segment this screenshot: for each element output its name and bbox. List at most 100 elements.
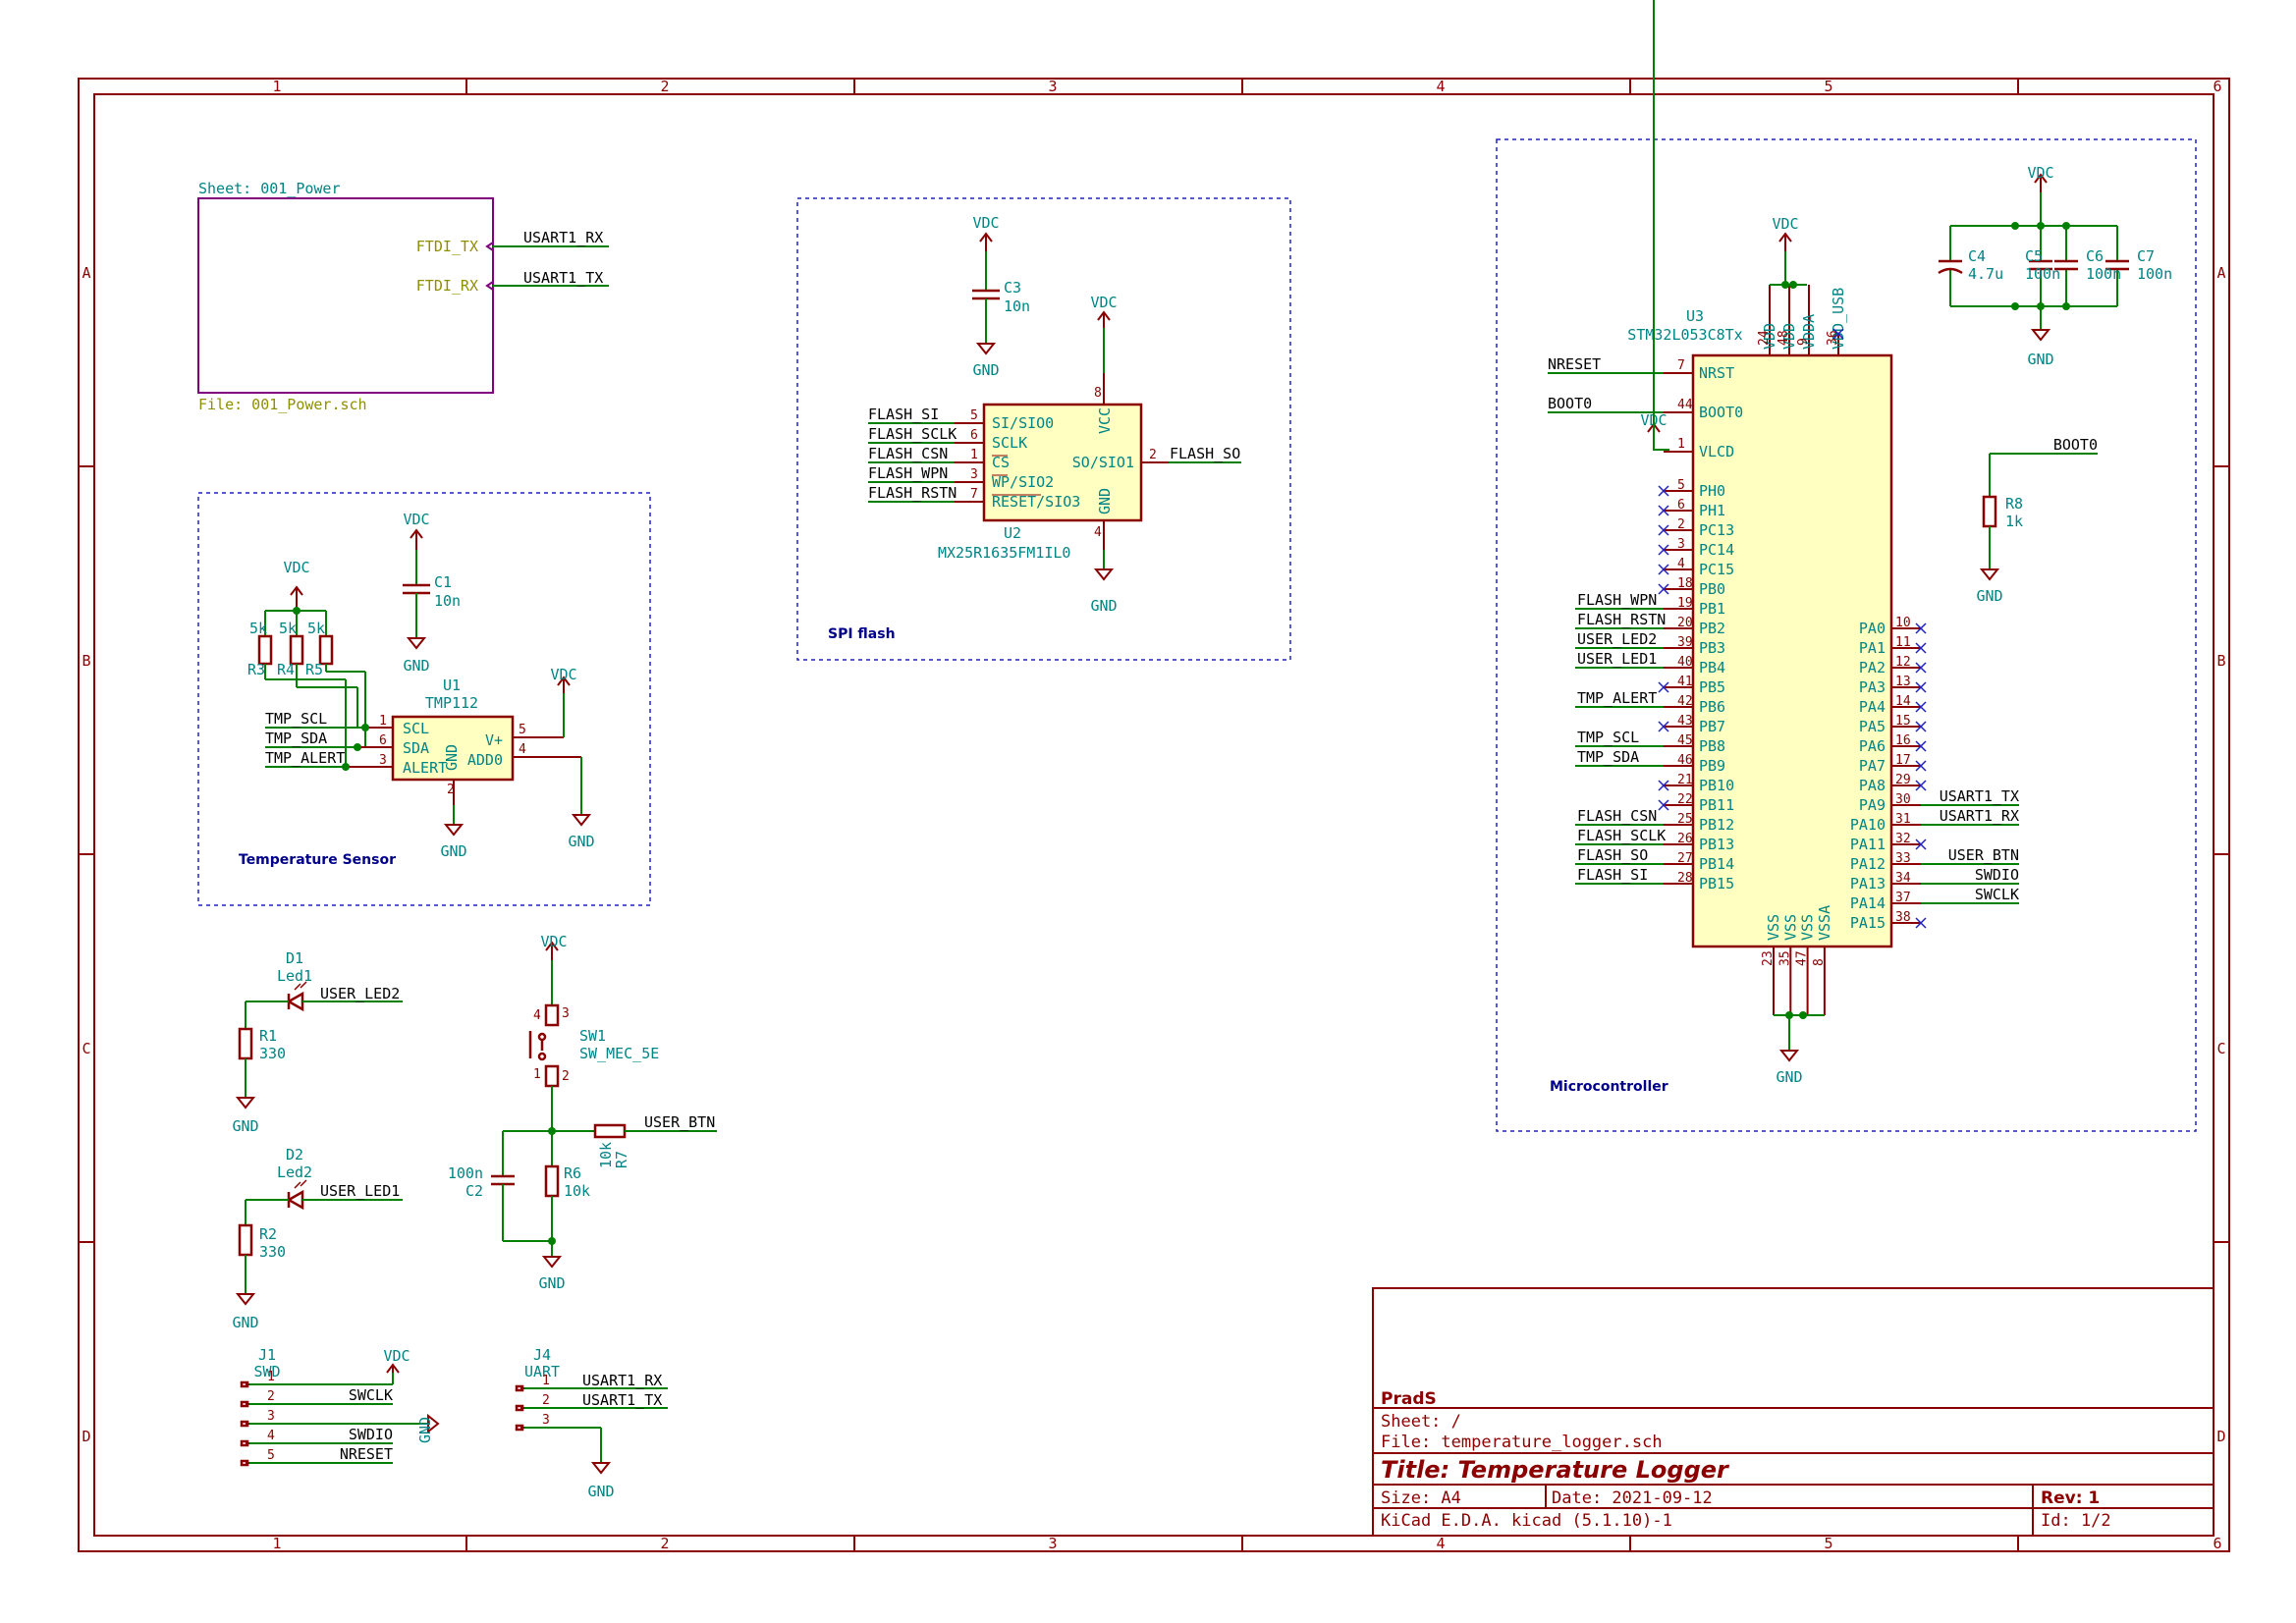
gnd-label-u3: GND [1776, 1068, 1802, 1086]
connector-j1-swd[interactable]: J1 SWD 12345 VDC SWCLK GND SWDIO NRESET [240, 1346, 440, 1467]
sheet-pin-ftdi-tx: FTDI_TX [416, 238, 478, 255]
grid-column-labels: 1 2 3 4 5 6 1 2 3 4 5 6 [272, 78, 2221, 1552]
net-label-flash-wpn: FLASH_WPN [1577, 591, 1657, 609]
d2-ref: D2 [286, 1146, 303, 1163]
u2-num-1: 1 [970, 448, 978, 462]
connector-pin-num: 4 [267, 1429, 275, 1443]
u3-pin-num: 11 [1895, 635, 1911, 650]
sw1-ref: SW1 [579, 1027, 606, 1045]
u3-pin-vss: VSS [1765, 914, 1782, 941]
gnd-label-j4: GND [587, 1483, 614, 1500]
u3-pin-pa3: PA3 [1859, 678, 1886, 696]
grid-row-d: D [82, 1428, 90, 1445]
u1-pin-scl: SCL [403, 720, 429, 737]
capacitor-c3[interactable]: VDC GND C3 10n [972, 214, 1030, 379]
resistor-r8[interactable]: BOOT0 GND R8 1k [1976, 436, 2098, 605]
u3-pin-pb7: PB7 [1699, 718, 1725, 735]
d1-value: Led1 [277, 967, 312, 985]
u1-num-4: 4 [519, 742, 526, 757]
gnd-label-sw1: GND [538, 1274, 565, 1292]
ic-u3-stm32[interactable]: U3 STM32L053C8Tx VDD24 VDD48 VDDA9 VDD_USB3… [1548, 285, 2019, 1015]
u3-pin-pa4: PA4 [1859, 698, 1886, 716]
r1-value: 330 [259, 1045, 286, 1062]
u3-pin-num: 45 [1677, 733, 1693, 748]
capacitor-c1[interactable]: VDC GND C1 10n [403, 511, 461, 675]
u3-pin-num: 46 [1677, 753, 1693, 768]
net-label-flash-so: FLASH_SO [1170, 445, 1240, 462]
u2-num-2: 2 [1149, 448, 1157, 462]
led-d2-circuit[interactable]: D2 Led2 USER_LED1 GND R2 330 [232, 1146, 403, 1331]
connector-pin-num: 5 [267, 1448, 275, 1463]
u1-num-6: 6 [379, 733, 387, 748]
grid-row-b: B [82, 652, 90, 670]
power-sheet-symbol[interactable]: Sheet: 001_Power File: 001_Power.sch FTD… [197, 180, 609, 413]
grid-row-b-right: B [2216, 652, 2225, 670]
ic-u2-spi-flash[interactable]: SI/SIO0 SCLK CS WP/SIO2 RESET/SIO3 VCC S… [938, 373, 1169, 562]
vdc-label-u3: VDC [1772, 215, 1798, 233]
net-label-nreset: NRESET [1548, 355, 1601, 373]
u3-pin-pa14: PA14 [1850, 894, 1886, 912]
u3-pin-num: 39 [1677, 635, 1693, 650]
u3-pin-pa0: PA0 [1859, 620, 1886, 637]
r2-ref: R2 [259, 1225, 277, 1243]
gnd-label-u1: GND [440, 842, 466, 860]
title-block: PradS Sheet: / File: temperature_logger.… [1372, 1287, 2214, 1537]
connector-j4-uart[interactable]: J4 UART 123 USART1_RX USART1_TX GND [515, 1346, 668, 1500]
u3-pin-num: 14 [1895, 694, 1911, 709]
c1-value: 10n [434, 592, 461, 610]
led-d1-circuit[interactable]: D1 Led1 USER_LED2 GND R1 330 [232, 949, 403, 1135]
note-temperature-sensor: Temperature Sensor [239, 852, 396, 868]
u3-pin-num: 38 [1895, 910, 1911, 925]
sw1-num-1: 1 [533, 1067, 541, 1082]
u3-pin-vss: VSS [1781, 914, 1799, 941]
u1-pin-vplus: V+ [485, 731, 503, 749]
u3-pin-num: 3 [1677, 537, 1685, 552]
user-button-circuit[interactable]: VDC 4 3 1 2 SW1 SW_MEC_5E USER_BTN 10k R… [448, 933, 717, 1292]
u3-pin-num: 10 [1895, 616, 1911, 630]
net-label-swclk: SWCLK [1975, 886, 2019, 903]
u2-pin-si: SI/SIO0 [992, 414, 1054, 432]
u3-pin-num: 5 [1677, 478, 1685, 493]
u3-pin-pb3: PB3 [1699, 639, 1725, 657]
gnd-label-c1: GND [403, 657, 429, 675]
u3-pin-pb6: PB6 [1699, 698, 1725, 716]
u3-ref: U3 [1686, 307, 1704, 325]
note-spi-flash: SPI flash [828, 626, 896, 642]
u3-pin-num: 32 [1895, 832, 1911, 846]
sw1-num-4: 4 [533, 1008, 541, 1023]
grid-row-d-right: D [2216, 1428, 2225, 1445]
u1-pin-gnd: GND [443, 744, 461, 771]
tb-size: Size: A4 [1381, 1488, 1461, 1508]
net-label-user-led1-d2: USER_LED1 [320, 1182, 400, 1200]
connector-pin-head [240, 1439, 249, 1447]
u1-value: TMP112 [425, 694, 478, 712]
grid-col-1-bottom: 1 [272, 1535, 281, 1552]
r6-ref: R6 [564, 1164, 581, 1182]
u3-pin-ph1: PH1 [1699, 502, 1725, 519]
u3-pin-pa9: PA9 [1859, 796, 1886, 814]
r4-ref: R4 [277, 661, 295, 678]
ic-u1-tmp112[interactable]: U1 TMP112 SCL SDA ALERT GND V+ ADD0 1 6 … [346, 676, 581, 805]
sw1-value: SW_MEC_5E [579, 1045, 659, 1062]
grid-col-4: 4 [1436, 78, 1445, 95]
sheet-name: Sheet: 001_Power [198, 180, 341, 197]
u3-pin-num: 13 [1895, 675, 1911, 689]
vdc-label-u1: VDC [550, 666, 576, 683]
sw1-num-3: 3 [562, 1006, 570, 1021]
u3-pin-ph0: PH0 [1699, 482, 1725, 500]
connector-pin-head [240, 1459, 249, 1467]
u3-pin-vss: VSS [1799, 914, 1817, 941]
u3-pin-pb5: PB5 [1699, 678, 1725, 696]
gnd-label-u2: GND [1090, 597, 1117, 615]
grid-col-2-bottom: 2 [660, 1535, 669, 1552]
u3-pin-num: 4 [1677, 557, 1685, 571]
u3-pin-num: 12 [1895, 655, 1911, 670]
u3-pin-num: 31 [1895, 812, 1911, 827]
u3-pin-num: 34 [1895, 871, 1911, 886]
tb-sheet: Sheet: / [1381, 1412, 1461, 1432]
net-label-nreset-j1: NRESET [340, 1445, 393, 1463]
u3-pin-vlcd: VLCD [1699, 443, 1734, 460]
u1-pin-add0: ADD0 [467, 751, 503, 769]
decoupling-caps[interactable]: VDC C4 4.7u C5 100n C6 100n C7 100n GND [1938, 164, 2172, 368]
grid-row-c: C [82, 1040, 90, 1057]
